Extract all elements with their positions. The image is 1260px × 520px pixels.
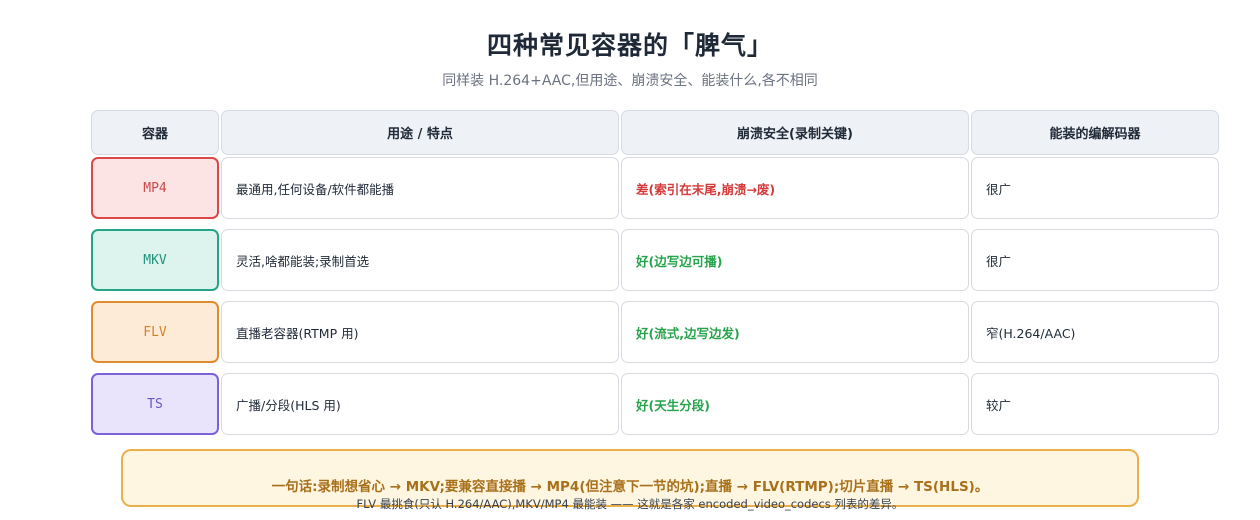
use-cell-ts: 广播/分段(HLS 用) [221,373,619,435]
page-subtitle: 同样装 H.264+AAC,但用途、崩溃安全、能装什么,各不相同 [442,73,818,89]
header-safety: 崩溃安全(录制关键) [621,110,969,155]
container-cell-ts: TS [91,373,219,435]
container-cell-mkv: MKV [91,229,219,291]
safety-cell-flv: 好(流式,边写边发) [621,301,969,363]
container-cell-mp4: MP4 [91,157,219,219]
header-use: 用途 / 特点 [221,110,619,155]
header-codecs: 能装的编解码器 [971,110,1219,155]
header-container: 容器 [91,110,219,155]
container-cell-flv: FLV [91,301,219,363]
summary-sub-text: FLV 最挑食(只认 H.264/AAC),MKV/MP4 最能装 —— 这就是… [356,497,904,511]
codecs-cell-mkv: 很广 [971,229,1219,291]
safety-cell-mp4: 差(索引在末尾,崩溃→废) [621,157,969,219]
use-cell-mkv: 灵活,啥都能装;录制首选 [221,229,619,291]
use-cell-mp4: 最通用,任何设备/软件都能播 [221,157,619,219]
safety-cell-ts: 好(天生分段) [621,373,969,435]
codecs-cell-flv: 窄(H.264/AAC) [971,301,1219,363]
use-cell-flv: 直播老容器(RTMP 用) [221,301,619,363]
summary-main-text: 一句话:录制想省心 → MKV;要兼容直接播 → MP4(但注意下一节的坑);直… [271,479,989,495]
codecs-cell-mp4: 很广 [971,157,1219,219]
safety-cell-mkv: 好(边写边可播) [621,229,969,291]
codecs-cell-ts: 较广 [971,373,1219,435]
page-title: 四种常见容器的「脾气」 [486,31,773,60]
